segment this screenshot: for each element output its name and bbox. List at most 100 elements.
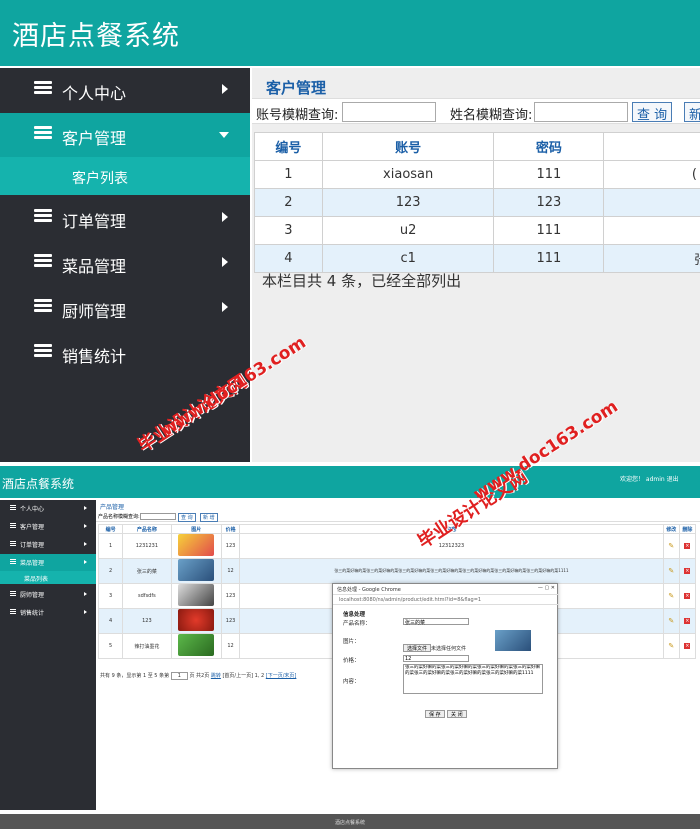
table-row: 2 张三的菜 12 张三的菜好嘛的菜张三的菜好嘛的菜张三的菜好嘛的菜张三的菜好嘛…: [97, 558, 697, 584]
image-preview: [495, 630, 531, 651]
col-header-price: 价格: [220, 524, 241, 534]
top-screenshot: 酒店点餐系统 个人中心 客户管理 客户列表 订单管理 菜品管理 厨师管理 销售统…: [0, 0, 700, 462]
delete-icon[interactable]: ×: [684, 618, 691, 624]
close-button[interactable]: 关 闭: [447, 710, 467, 718]
sidebar-item-personal[interactable]: 个人中心: [0, 68, 250, 112]
cell-edit[interactable]: ✎: [662, 558, 680, 584]
sidebar-item-orders[interactable]: 订单管理: [0, 536, 96, 553]
col-header-id: 编号: [97, 524, 124, 534]
cell-delete[interactable]: ×: [678, 608, 697, 634]
sidebar-item-sales[interactable]: 销售统计: [0, 604, 96, 621]
sidebar-subitem-dish-list[interactable]: 菜品列表: [0, 571, 96, 584]
cell-image: [170, 558, 223, 584]
search-bar: 账号模糊查询: 姓名模糊查询: 查 询 新: [252, 98, 700, 124]
price-label: 价格：: [343, 658, 360, 664]
sidebar-item-sales[interactable]: 销售统计: [0, 331, 250, 375]
next-last-link[interactable]: [下一页/末页]: [266, 673, 297, 679]
cell-price: 12: [220, 558, 241, 584]
delete-icon[interactable]: ×: [684, 593, 691, 599]
popup-heading: 信息处理: [343, 612, 366, 618]
cell-edit[interactable]: ✎: [662, 608, 680, 634]
pencil-icon[interactable]: ✎: [668, 592, 674, 600]
new-button[interactable]: 新: [684, 102, 700, 123]
sidebar-item-dishes[interactable]: 菜品管理: [0, 241, 250, 285]
cell-edit[interactable]: ✎: [662, 533, 680, 559]
first-prev-link[interactable]: [首页/上一页]: [222, 673, 253, 679]
chevron-right-icon: [84, 524, 87, 528]
jump-link[interactable]: 跳转: [211, 673, 221, 679]
price-input[interactable]: 12: [403, 655, 469, 662]
delete-icon[interactable]: ×: [684, 543, 691, 549]
cell-password: 123: [493, 188, 605, 217]
cell-delete[interactable]: ×: [678, 583, 697, 609]
query-button[interactable]: 查 询: [178, 513, 196, 522]
cell-password: 111: [493, 216, 605, 245]
sidebar-item-label: 厨师管理: [20, 592, 45, 599]
table-row: 1 1231231 123 12312323 ✎ ×: [97, 533, 697, 559]
sidebar-item-orders[interactable]: 订单管理: [0, 196, 250, 240]
user-info[interactable]: 欢迎您！ admin 退出: [620, 474, 679, 483]
name-input[interactable]: 张三的菜: [403, 618, 469, 626]
popup-url-bar: localhost:8080/ns/admin/product/edit.htm…: [333, 595, 559, 605]
new-button[interactable]: 新 增: [200, 513, 218, 522]
sidebar-subitem-customer-list[interactable]: 客户列表: [0, 157, 250, 195]
cell-delete[interactable]: ×: [678, 558, 697, 584]
content-textarea[interactable]: 张三的菜好嘛的菜张三的菜好嘛的菜张三的菜好嘛的菜张三的菜好嘛的菜张三的菜好嘛的菜…: [403, 664, 543, 694]
cell-delete[interactable]: ×: [678, 633, 697, 659]
product-image: [178, 634, 215, 656]
sidebar-item-chefs[interactable]: 厨师管理: [0, 586, 96, 603]
pager-info: 共有 9 条，显示第 1 至 5 条第: [100, 673, 170, 679]
app-title: 酒店点餐系统: [2, 477, 75, 491]
app-header: 酒店点餐系统 欢迎您！ admin 退出: [0, 466, 700, 498]
name-label: 产品名称：: [343, 621, 371, 627]
delete-icon[interactable]: ×: [684, 643, 691, 649]
save-button[interactable]: 保 存: [425, 710, 445, 718]
cell-id: 2: [97, 558, 124, 584]
col-header-name: 产品名称: [122, 524, 172, 534]
cell-id: 1: [254, 160, 323, 189]
page-numbers[interactable]: 1, 2: [255, 673, 265, 679]
name-search-input[interactable]: [534, 102, 628, 122]
cell-price: 123: [220, 583, 241, 609]
cell-id: 3: [254, 216, 323, 245]
menu-stack-icon: [34, 81, 52, 97]
choose-file-button[interactable]: 选择文件: [403, 644, 432, 652]
customer-table: 编号 账号 密码 1 xiaosan 111 ( 2 123 123 3 u2 …: [254, 132, 700, 273]
sidebar-item-dishes[interactable]: 菜品管理: [0, 554, 96, 571]
cell-delete[interactable]: ×: [678, 533, 697, 559]
menu-stack-icon: [10, 505, 16, 511]
menu-stack-icon: [10, 559, 16, 565]
sidebar-item-chefs[interactable]: 厨师管理: [0, 286, 250, 330]
sidebar-item-customer[interactable]: 客户管理: [0, 113, 250, 157]
chevron-right-icon: [84, 506, 87, 510]
search-bar: 产品名称模糊查询: 查 询 新 增: [96, 512, 700, 522]
pencil-icon[interactable]: ✎: [668, 567, 674, 575]
product-search-input[interactable]: [140, 513, 176, 520]
sidebar-item-customer[interactable]: 客户管理: [0, 518, 96, 535]
account-search-label: 账号模糊查询:: [256, 108, 339, 123]
chevron-right-icon: [84, 610, 87, 614]
chevron-right-icon: [222, 302, 228, 312]
col-header-account: 账号: [321, 132, 495, 161]
cell-extra: [603, 188, 700, 217]
cell-edit[interactable]: ✎: [662, 633, 680, 659]
sidebar-item-personal[interactable]: 个人中心: [0, 500, 96, 517]
table-row: 4 c1 111 张: [254, 244, 700, 273]
cell-edit[interactable]: ✎: [662, 583, 680, 609]
pencil-icon[interactable]: ✎: [668, 617, 674, 625]
menu-stack-icon: [10, 609, 16, 615]
window-controls-icon[interactable]: — ▢ ✕: [538, 585, 555, 591]
page-input[interactable]: 1: [170, 672, 188, 680]
record-summary: 本栏目共 4 条，已经全部列出: [262, 272, 462, 290]
menu-stack-icon: [34, 254, 52, 270]
product-image: [178, 609, 215, 631]
page-title: 客户管理: [266, 79, 327, 97]
pencil-icon[interactable]: ✎: [668, 542, 674, 550]
pencil-icon[interactable]: ✎: [668, 642, 674, 650]
delete-icon[interactable]: ×: [684, 568, 691, 574]
cell-id: 3: [97, 583, 124, 609]
account-search-input[interactable]: [342, 102, 436, 122]
query-button[interactable]: 查 询: [632, 102, 673, 123]
cell-price: 12: [220, 633, 241, 659]
search-label: 产品名称模糊查询:: [98, 514, 140, 520]
